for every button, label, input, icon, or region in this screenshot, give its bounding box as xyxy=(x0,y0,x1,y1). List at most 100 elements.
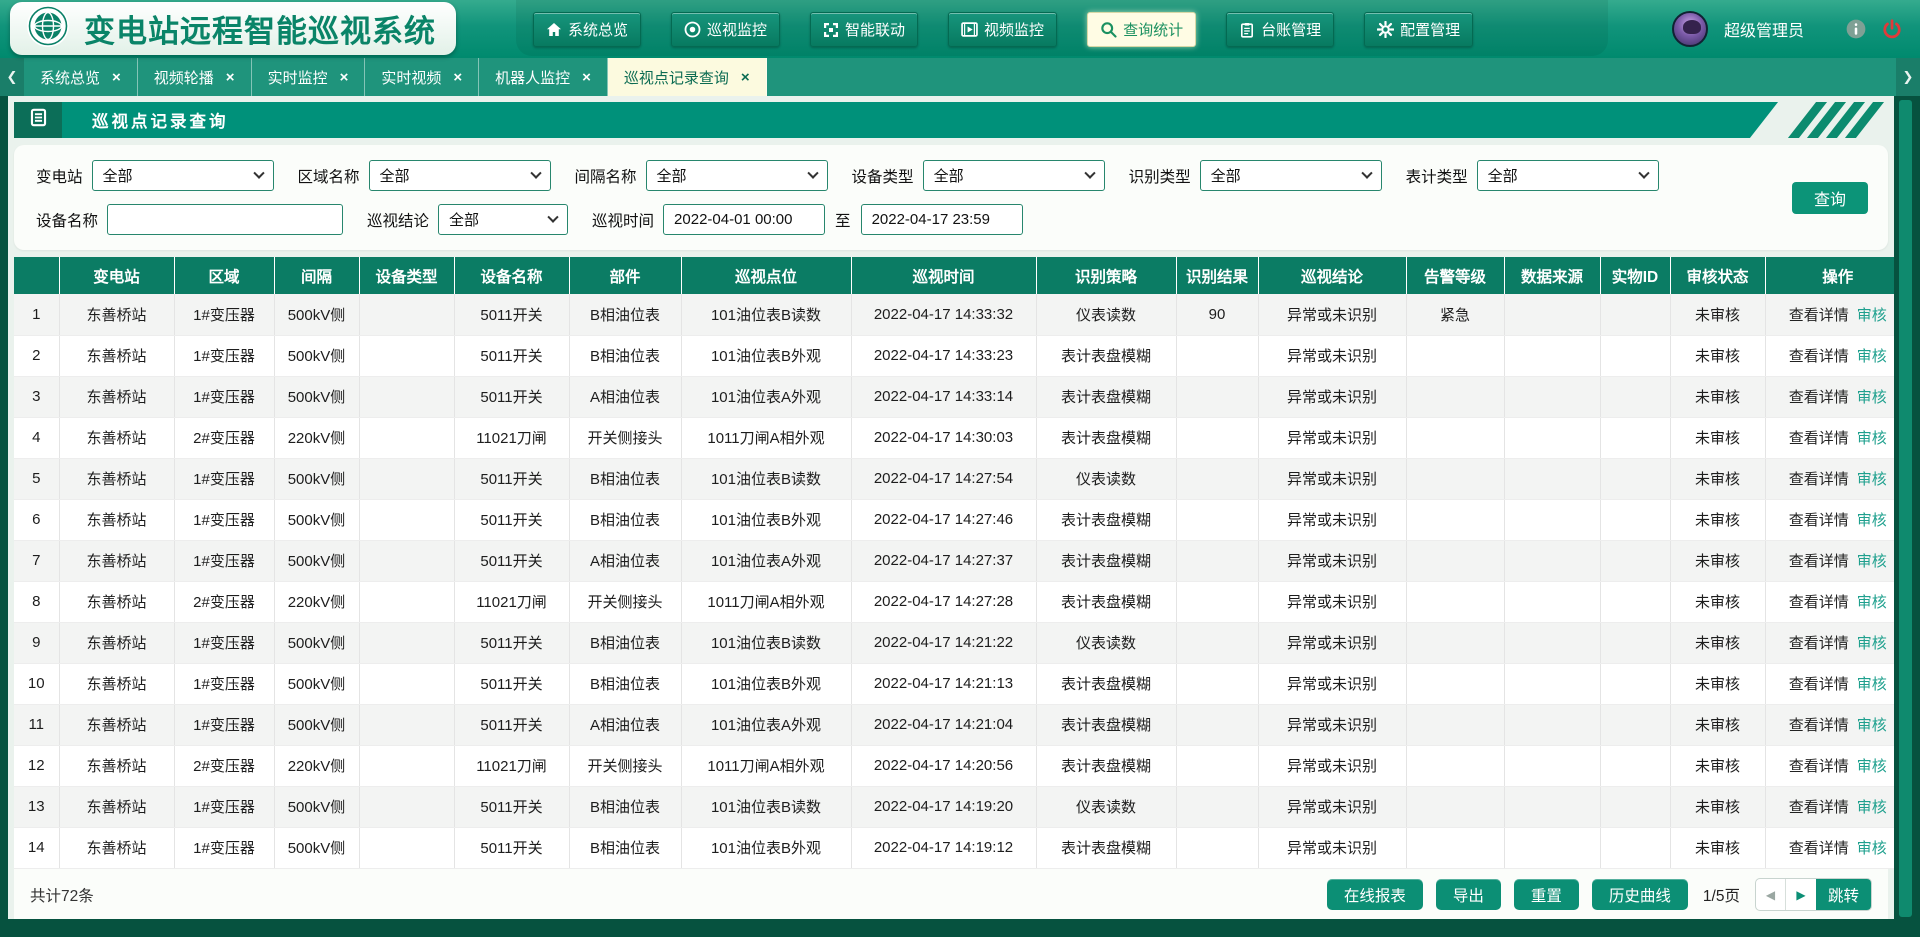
tab-2[interactable]: 实时监控× xyxy=(252,58,366,96)
jump-button[interactable]: 跳转 xyxy=(1816,879,1871,910)
tab-1[interactable]: 视频轮播× xyxy=(138,58,252,96)
time-to-input[interactable] xyxy=(861,204,1023,235)
tab-4[interactable]: 机器人监控 × xyxy=(479,58,608,96)
nav-gear-button[interactable]: 配置管理 xyxy=(1364,12,1473,47)
tab-3[interactable]: 实时视频 × xyxy=(365,58,479,96)
nav-search-button[interactable]: 查询统计 xyxy=(1087,12,1196,47)
cell xyxy=(1406,335,1504,376)
close-icon[interactable]: × xyxy=(112,70,121,85)
audit-link[interactable]: 审核 xyxy=(1857,430,1887,447)
audit-link[interactable]: 审核 xyxy=(1857,676,1887,693)
cell: 2022-04-17 14:27:28 xyxy=(851,581,1036,622)
view-detail-link[interactable]: 查看详情 xyxy=(1789,389,1849,406)
audit-link[interactable]: 审核 xyxy=(1857,594,1887,611)
view-detail-link[interactable]: 查看详情 xyxy=(1789,717,1849,734)
view-detail-link[interactable]: 查看详情 xyxy=(1789,512,1849,529)
cell: 异常或未识别 xyxy=(1258,376,1406,417)
audit-link[interactable]: 审核 xyxy=(1857,635,1887,652)
view-detail-link[interactable]: 查看详情 xyxy=(1789,676,1849,693)
cell: 异常或未识别 xyxy=(1258,581,1406,622)
audit-link[interactable]: 审核 xyxy=(1857,799,1887,816)
time-from-input[interactable] xyxy=(663,204,825,235)
app-header: 变电站远程智能巡视系统 系统总览巡视监控智能联动视频监控查询统计台账管理配置管理… xyxy=(0,0,1920,58)
vertical-scrollbar[interactable] xyxy=(1899,100,1912,917)
tab-scroll-left-icon[interactable]: ❮ xyxy=(0,58,24,96)
column-header: 实物ID xyxy=(1600,257,1670,294)
tab-bar: ❮ 系统总览×视频轮播×实时监控×实时视频×机器人监控×巡视点记录查询× ❯ xyxy=(0,58,1920,96)
time-to-separator: 至 xyxy=(835,209,851,231)
power-icon[interactable] xyxy=(1882,19,1902,39)
view-detail-link[interactable]: 查看详情 xyxy=(1789,430,1849,447)
search-button[interactable]: 查询 xyxy=(1792,182,1868,214)
prev-page-icon[interactable]: ◀ xyxy=(1756,879,1786,910)
table-row: 1东善桥站1#变压器500kV侧5011开关B相油位表101油位表B读数2022… xyxy=(14,294,1894,335)
column-header: 变电站 xyxy=(59,257,174,294)
nav-eye-button[interactable]: 巡视监控 xyxy=(671,12,780,47)
view-detail-link[interactable]: 查看详情 xyxy=(1789,348,1849,365)
cell xyxy=(1504,376,1600,417)
cell: 未审核 xyxy=(1670,294,1765,335)
view-detail-link[interactable]: 查看详情 xyxy=(1789,840,1849,857)
nav-label: 系统总览 xyxy=(568,19,628,40)
tab-label: 实时视频 xyxy=(381,67,441,88)
close-icon[interactable]: × xyxy=(340,70,349,85)
audit-link[interactable]: 审核 xyxy=(1857,512,1887,529)
cell: 5011开关 xyxy=(454,704,569,745)
audit-link[interactable]: 审核 xyxy=(1857,840,1887,857)
main-area: 巡视点记录查询 变电站全部区域名称全部间隔名称全部设备类型全部识别类型全部表计类… xyxy=(8,96,1894,919)
footer-button-0[interactable]: 在线报表 xyxy=(1327,879,1423,910)
cell: 1011刀闸A相外观 xyxy=(681,745,851,786)
close-icon[interactable]: × xyxy=(582,70,591,85)
filter-select-3[interactable]: 全部 xyxy=(923,160,1105,191)
cell xyxy=(1504,335,1600,376)
table-row: 4东善桥站2#变压器220kV侧11021刀闸开关侧接头1011刀闸A相外观20… xyxy=(14,417,1894,458)
cell: 异常或未识别 xyxy=(1258,745,1406,786)
conclusion-select[interactable]: 全部 xyxy=(438,204,568,235)
audit-link[interactable]: 审核 xyxy=(1857,553,1887,570)
footer-button-1[interactable]: 导出 xyxy=(1436,879,1501,910)
footer-button-2[interactable]: 重置 xyxy=(1514,879,1579,910)
view-detail-link[interactable]: 查看详情 xyxy=(1789,635,1849,652)
info-icon[interactable] xyxy=(1846,19,1866,39)
audit-link[interactable]: 审核 xyxy=(1857,389,1887,406)
view-detail-link[interactable]: 查看详情 xyxy=(1789,307,1849,324)
ops-cell: 查看详情审核 xyxy=(1765,663,1894,704)
cell: 14 xyxy=(14,827,59,868)
next-page-icon[interactable]: ▶ xyxy=(1786,879,1816,910)
audit-link[interactable]: 审核 xyxy=(1857,717,1887,734)
filter-select-1[interactable]: 全部 xyxy=(369,160,551,191)
filter-select-4[interactable]: 全部 xyxy=(1200,160,1382,191)
avatar[interactable] xyxy=(1672,11,1708,47)
audit-link[interactable]: 审核 xyxy=(1857,758,1887,775)
cell xyxy=(1600,663,1670,704)
nav-video-button[interactable]: 视频监控 xyxy=(948,12,1057,47)
close-icon[interactable]: × xyxy=(226,70,235,85)
footer-button-3[interactable]: 历史曲线 xyxy=(1592,879,1688,910)
cell xyxy=(1600,417,1670,458)
filter-select-5[interactable]: 全部 xyxy=(1477,160,1659,191)
cell: 5011开关 xyxy=(454,376,569,417)
nav-ledger-button[interactable]: 台账管理 xyxy=(1226,12,1334,47)
view-detail-link[interactable]: 查看详情 xyxy=(1789,471,1849,488)
audit-link[interactable]: 审核 xyxy=(1857,348,1887,365)
cell xyxy=(359,294,454,335)
device-name-input[interactable] xyxy=(107,204,343,235)
tab-scroll-right-icon[interactable]: ❯ xyxy=(1896,58,1920,96)
cell: 未审核 xyxy=(1670,499,1765,540)
audit-link[interactable]: 审核 xyxy=(1857,471,1887,488)
view-detail-link[interactable]: 查看详情 xyxy=(1789,553,1849,570)
nav-link-button[interactable]: 智能联动 xyxy=(810,12,918,47)
tab-5[interactable]: 巡视点记录查询× xyxy=(608,58,767,96)
cell: 仪表读数 xyxy=(1036,294,1176,335)
nav-home-button[interactable]: 系统总览 xyxy=(533,12,641,47)
close-icon[interactable]: × xyxy=(741,70,750,85)
filter-select-0[interactable]: 全部 xyxy=(92,160,274,191)
tab-label: 机器人监控 xyxy=(495,67,570,88)
filter-select-2[interactable]: 全部 xyxy=(646,160,828,191)
audit-link[interactable]: 审核 xyxy=(1857,307,1887,324)
view-detail-link[interactable]: 查看详情 xyxy=(1789,799,1849,816)
tab-0[interactable]: 系统总览× xyxy=(24,58,138,96)
view-detail-link[interactable]: 查看详情 xyxy=(1789,758,1849,775)
view-detail-link[interactable]: 查看详情 xyxy=(1789,594,1849,611)
close-icon[interactable]: × xyxy=(453,70,462,85)
